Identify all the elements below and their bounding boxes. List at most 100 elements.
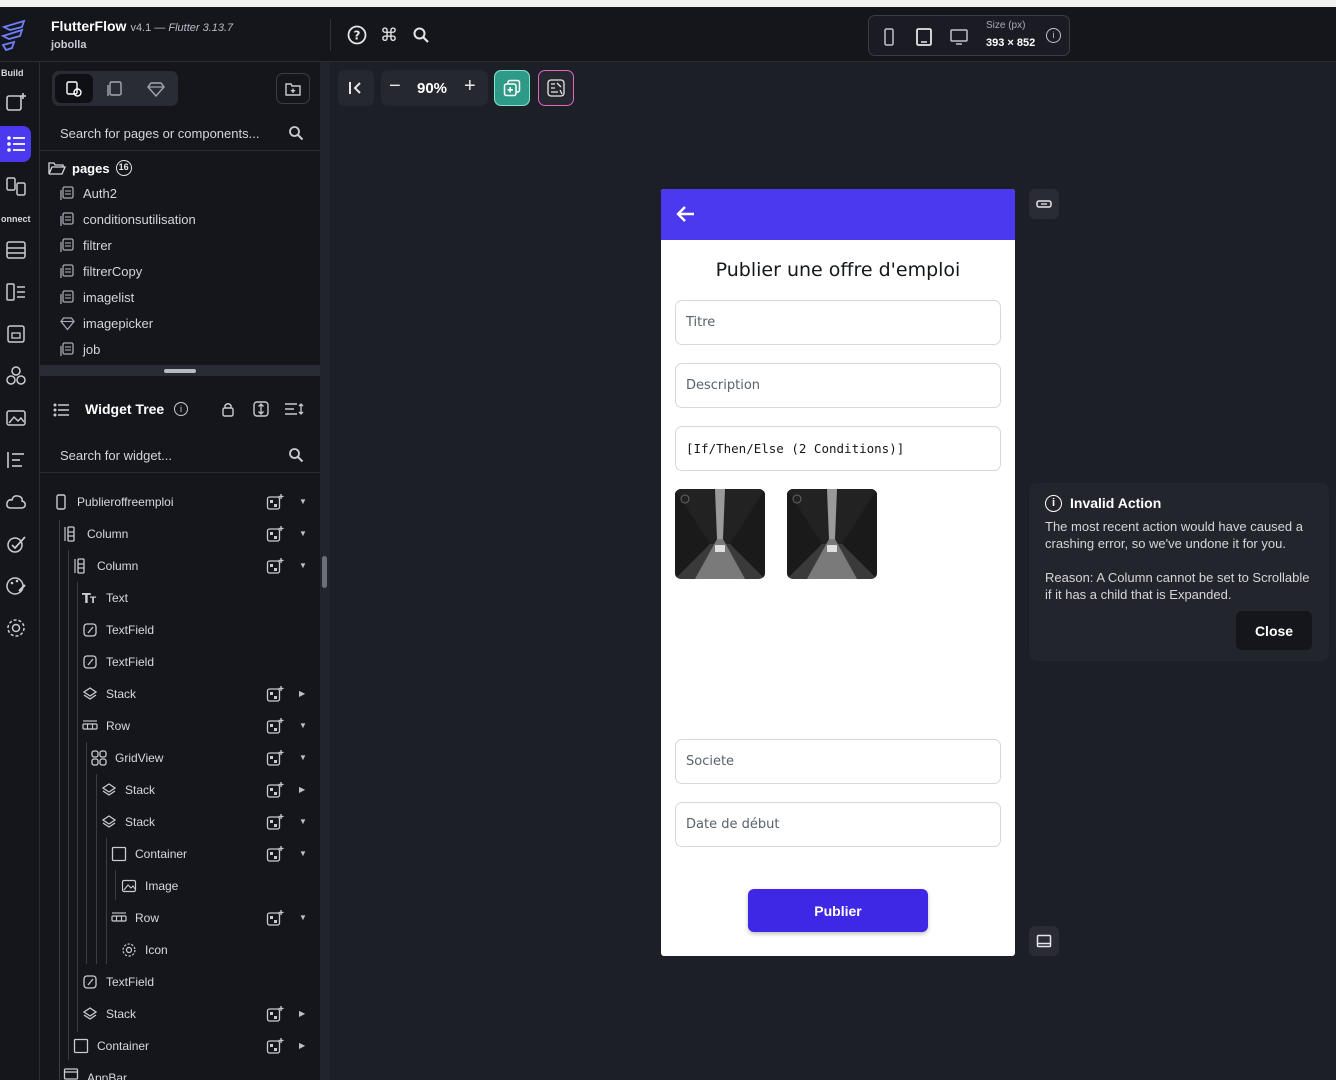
zoom-in-icon[interactable]: + [464,75,476,98]
tab-components[interactable] [96,74,134,103]
page-item[interactable]: conditionsutilisation [60,209,196,229]
tab-pages[interactable] [55,74,93,103]
page-search-bar[interactable]: Search for pages or components... [40,115,320,151]
widget-palette-icon[interactable] [0,84,31,120]
page-item[interactable]: filtrer [60,235,112,255]
arrow-back-icon[interactable] [675,203,697,225]
zoom-level[interactable]: 90% [417,80,447,97]
flutterflow-logo-icon[interactable] [0,17,30,53]
info-icon[interactable]: i [174,402,188,416]
tree-item-container[interactable]: Container [111,842,187,866]
tree-item-appbar[interactable]: AppBar [63,1066,127,1080]
add-child-icon[interactable] [266,557,284,575]
publish-button[interactable]: Publier [748,889,928,932]
media-assets-icon[interactable] [0,400,31,436]
tree-item-gridview[interactable]: GridView [91,746,163,770]
pages-folder[interactable]: pages 16 [48,158,132,178]
page-search-input[interactable]: Search for pages or components... [60,126,259,141]
action-flows-icon[interactable] [0,442,31,478]
widget-search-bar[interactable]: Search for widget... [40,437,320,473]
add-child-icon[interactable] [266,685,284,703]
app-state-icon[interactable] [0,274,31,310]
societe-field[interactable]: Societe [675,739,1001,784]
data-schema-icon[interactable] [0,232,31,268]
zoom-out-icon[interactable]: − [389,75,401,98]
grid-image[interactable] [675,489,765,579]
widget-search-input[interactable]: Search for widget... [60,448,172,463]
page-item[interactable]: job [60,339,100,359]
add-child-icon[interactable] [266,845,284,863]
tree-item-textfield[interactable]: TextField [82,970,154,994]
tree-item-text[interactable]: TT Text [82,586,128,610]
command-icon[interactable]: ⌘ [378,24,400,46]
tests-icon[interactable] [0,526,31,562]
grid-image[interactable] [787,489,877,579]
panel-resize-handle[interactable] [164,369,196,373]
caret-down-icon[interactable]: ▼ [299,561,307,570]
settings-gear-icon[interactable] [0,610,31,646]
add-child-icon[interactable] [266,717,284,735]
add-child-icon[interactable] [266,525,284,543]
filter-sort-icon[interactable] [284,401,306,417]
page-item[interactable]: imagepicker [60,313,153,333]
tree-item-container[interactable]: Container [73,1034,149,1058]
appbar-toggle-button[interactable] [1029,189,1059,219]
info-icon[interactable]: i [1046,28,1061,43]
date-field[interactable]: Date de début [675,802,1001,847]
caret-down-icon[interactable]: ▼ [299,721,307,730]
add-child-icon[interactable] [266,1005,284,1023]
caret-down-icon[interactable]: ▼ [299,529,307,538]
conditional-field[interactable]: [If/Then/Else (2 Conditions)] [675,426,1001,471]
caret-right-icon[interactable]: ▶ [299,785,307,794]
page-item[interactable]: Auth2 [60,183,117,203]
caret-down-icon[interactable]: ▼ [299,913,307,922]
caret-right-icon[interactable]: ▶ [299,1009,307,1018]
custom-code-icon[interactable] [0,358,31,394]
page-item[interactable]: imagelist [60,287,134,307]
caret-down-icon[interactable]: ▼ [299,753,307,762]
add-child-icon[interactable] [266,749,284,767]
lock-icon[interactable] [220,401,236,417]
expand-collapse-icon[interactable] [252,400,270,418]
tree-item-image[interactable]: Image [121,874,178,898]
desktop-icon[interactable] [949,27,969,47]
theme-settings-icon[interactable] [0,568,31,604]
description-field[interactable]: Description [675,363,1001,408]
collapse-panel-button[interactable] [338,70,374,106]
add-child-icon[interactable] [266,781,284,799]
widget-tree-icon[interactable] [0,126,31,162]
scrollbar-thumb[interactable] [322,556,327,588]
tree-item-textfield[interactable]: TextField [82,618,154,642]
tree-item-stack[interactable]: Stack [82,682,136,706]
storyboard-icon[interactable] [0,168,31,204]
search-icon[interactable] [410,24,432,46]
add-child-icon[interactable] [266,909,284,927]
tree-item-textfield[interactable]: TextField [82,650,154,674]
search-icon[interactable] [288,447,304,463]
titre-field[interactable]: Titre [675,300,1001,345]
ai-gen-button[interactable] [538,70,574,106]
page-item[interactable]: filtrerCopy [60,261,142,281]
caret-right-icon[interactable]: ▶ [299,689,307,698]
close-button[interactable]: Close [1236,611,1312,650]
tree-item-publieroffreemploi[interactable]: Publieroffreemploi [53,490,174,514]
caret-right-icon[interactable]: ▶ [299,1041,307,1050]
tree-item-stack[interactable]: Stack [101,810,155,834]
add-child-icon[interactable] [266,813,284,831]
caret-down-icon[interactable]: ▼ [299,497,307,506]
search-icon[interactable] [288,125,304,141]
tree-item-column[interactable]: Column [73,554,138,578]
phone-icon[interactable] [879,27,899,47]
app-bar[interactable] [661,189,1015,240]
add-child-icon[interactable] [266,1037,284,1055]
tree-item-row[interactable]: Row [111,906,159,930]
tree-item-stack[interactable]: Stack [82,1002,136,1026]
tab-library[interactable] [137,74,175,103]
tablet-icon[interactable] [914,27,934,47]
tree-item-stack[interactable]: Stack [101,778,155,802]
api-calls-icon[interactable] [0,316,31,352]
tree-item-column[interactable]: Column [63,522,128,546]
caret-down-icon[interactable]: ▼ [299,817,307,826]
caret-down-icon[interactable]: ▼ [299,849,307,858]
add-folder-button[interactable] [276,73,310,104]
